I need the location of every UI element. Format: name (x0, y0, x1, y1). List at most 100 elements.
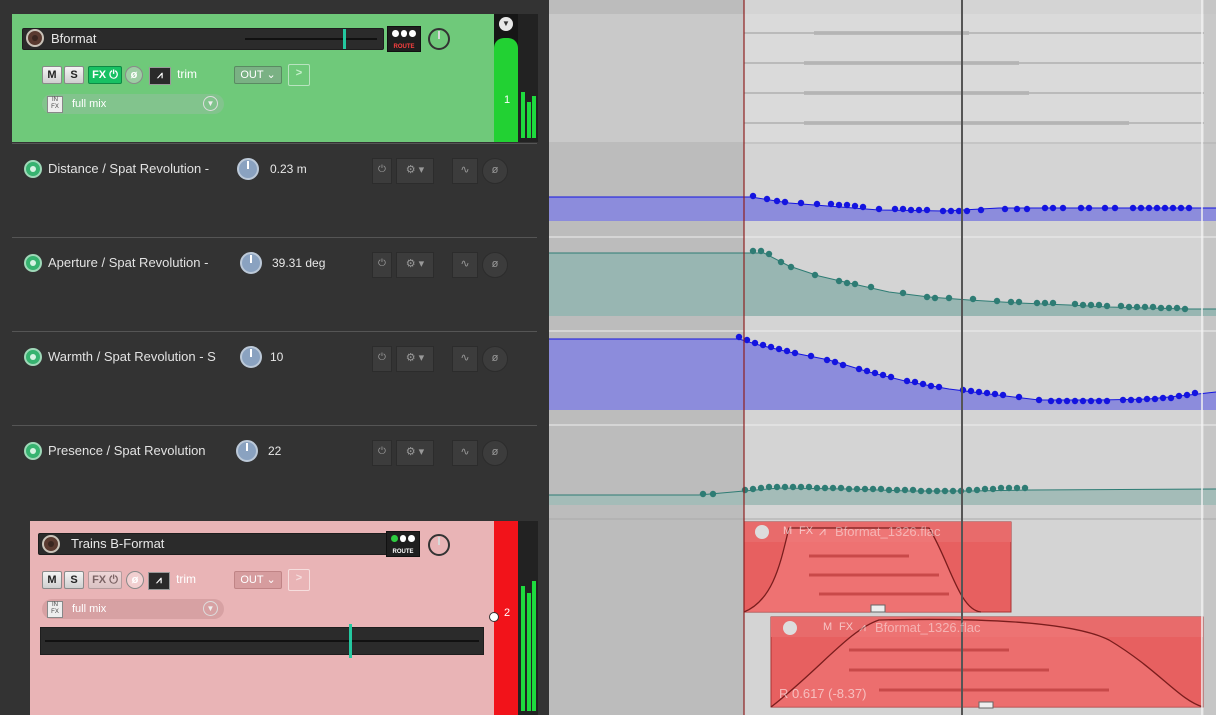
media-item-2-header[interactable]: M FX ⩘ Bformat_1326.flac (783, 620, 1083, 638)
power-icon: ⏻ (109, 574, 118, 586)
automation-mode-button[interactable]: ⩘ trim (148, 571, 208, 590)
envelope-icon[interactable]: ∿ (452, 440, 478, 466)
chevron-down-icon: ⌄ (266, 69, 276, 81)
solo-button[interactable]: S (64, 571, 84, 589)
trim-label: trim (177, 67, 198, 81)
lock-icon[interactable] (755, 525, 769, 539)
media-item-1-header[interactable]: M FX ⩘ Bformat_1326.flac (755, 524, 1005, 542)
fx-chain-selector[interactable]: IN FX full mix ▼ (42, 94, 224, 114)
item-title: Bformat_1326.flac (875, 620, 981, 635)
volume-slider[interactable] (245, 38, 377, 40)
power-icon: ⏻ (109, 69, 118, 81)
record-arm-icon[interactable] (26, 29, 44, 47)
item-title: Bformat_1326.flac (835, 524, 941, 539)
volume-slider-handle[interactable] (343, 29, 346, 49)
envelope-row-aperture[interactable]: Aperture / Spat Revolution - 39.31 deg ⏻… (12, 237, 537, 330)
route-label: ROUTE (393, 44, 415, 50)
pan-knob[interactable] (428, 28, 450, 50)
gear-icon[interactable]: ⚙ ▾ (396, 252, 434, 278)
fx-button[interactable]: FX ⏻ (88, 66, 122, 84)
solo-button[interactable]: S (64, 66, 84, 84)
phase-invert-icon[interactable]: ø (482, 440, 508, 466)
track-control-panel: Bformat ROUTE M S FX ⏻ ø ⩘ trim OUT ⌄ > … (0, 0, 549, 715)
gear-icon[interactable]: ⚙ ▾ (396, 440, 434, 466)
mute-button[interactable]: M (42, 571, 62, 589)
route-label: ROUTE (392, 549, 414, 555)
envelope-icon[interactable]: ⩘ (819, 524, 826, 539)
trim-label: trim (176, 572, 197, 586)
lock-icon[interactable] (783, 621, 797, 635)
io-button[interactable]: OUT ⌄ (234, 66, 282, 84)
item-fx-button[interactable]: FX (839, 621, 853, 633)
pan-knob[interactable] (428, 534, 450, 556)
envelope-icon[interactable]: ∿ (452, 252, 478, 278)
envelope-value-knob[interactable] (240, 252, 262, 274)
envelope-value: 22 (268, 444, 282, 458)
track-1-header[interactable]: Bformat ROUTE M S FX ⏻ ø ⩘ trim OUT ⌄ > … (12, 14, 495, 142)
envelope-icon[interactable]: ⩘ (859, 620, 866, 635)
phase-invert-icon[interactable]: ø (126, 571, 144, 589)
fx-chain-selector[interactable]: IN FX full mix ▼ (42, 599, 224, 619)
track-name-field[interactable]: Trains B-Format (38, 533, 388, 555)
out-label: OUT (240, 574, 264, 586)
item-mute-button[interactable]: M (823, 621, 832, 633)
envelope-row-warmth[interactable]: Warmth / Spat Revolution - S 10 ⏻ ⚙ ▾ ∿ … (12, 331, 537, 424)
send-icon[interactable]: > (288, 569, 310, 591)
envelope-value-knob[interactable] (240, 346, 262, 368)
power-icon[interactable]: ⏻ (372, 346, 392, 372)
track-name-field[interactable]: Bformat (22, 28, 384, 50)
volume-slider-handle[interactable] (349, 624, 352, 658)
power-icon[interactable]: ⏻ (372, 252, 392, 278)
route-button[interactable]: ROUTE (386, 531, 420, 557)
envelope-icon[interactable]: ∿ (452, 158, 478, 184)
track-1-peak-meter (518, 14, 538, 142)
envelope-name: Presence / Spat Revolution (48, 443, 206, 458)
envelope-icon: ⩘ (148, 572, 170, 590)
envelope-value-knob[interactable] (236, 440, 258, 462)
io-button[interactable]: OUT ⌄ (234, 571, 282, 589)
fx-label: FX (92, 69, 107, 81)
power-icon[interactable] (24, 254, 42, 272)
phase-invert-icon[interactable]: ø (125, 66, 143, 84)
track-level-bar (494, 38, 518, 142)
phase-invert-icon[interactable]: ø (482, 346, 508, 372)
fx-chip-label: IN FX (51, 602, 59, 615)
envelope-name: Aperture / Spat Revolution - (48, 255, 209, 270)
item-mute-button[interactable]: M (783, 525, 792, 537)
power-icon[interactable] (24, 442, 42, 460)
track-name: Trains B-Format (71, 536, 165, 551)
arrange-view[interactable]: M FX ⩘ Bformat_1326.flac M FX ⩘ Bformat_… (549, 0, 1216, 715)
folder-toggle-icon[interactable]: ▼ (499, 17, 513, 31)
record-arm-icon[interactable] (42, 535, 60, 553)
gear-icon[interactable]: ⚙ ▾ (396, 346, 434, 372)
envelope-icon: ⩘ (149, 67, 171, 85)
mute-button[interactable]: M (42, 66, 62, 84)
fx-chain-name: full mix (72, 603, 107, 615)
power-icon[interactable] (24, 160, 42, 178)
fx-button[interactable]: FX ⏻ (88, 571, 122, 589)
fx-chip-label: IN FX (51, 97, 59, 110)
dropdown-arrow-icon[interactable]: ▼ (203, 601, 218, 616)
envelope-value: 10 (270, 350, 284, 364)
automation-mode-button[interactable]: ⩘ trim (149, 66, 209, 85)
power-icon[interactable]: ⏻ (372, 440, 392, 466)
route-button[interactable]: ROUTE (387, 26, 421, 52)
power-icon[interactable]: ⏻ (372, 158, 392, 184)
phase-invert-icon[interactable]: ø (482, 158, 508, 184)
envelope-row-distance[interactable]: Distance / Spat Revolution - 0.23 m ⏻ ⚙ … (12, 143, 537, 236)
phase-invert-icon[interactable]: ø (482, 252, 508, 278)
dropdown-arrow-icon[interactable]: ▼ (203, 96, 218, 111)
send-icon[interactable]: > (288, 64, 310, 86)
envelope-row-presence[interactable]: Presence / Spat Revolution 22 ⏻ ⚙ ▾ ∿ ø (12, 425, 537, 520)
envelope-icon[interactable]: ∿ (452, 346, 478, 372)
item-fx-button[interactable]: FX (799, 525, 813, 537)
volume-slider[interactable] (40, 624, 484, 658)
track-resize-handle[interactable] (489, 612, 499, 622)
arrange-canvas[interactable] (549, 0, 1216, 715)
envelope-value: 0.23 m (270, 162, 307, 176)
power-icon[interactable] (24, 348, 42, 366)
track-2-header[interactable]: Trains B-Format ROUTE M S FX ⏻ ø ⩘ trim … (30, 521, 494, 715)
envelope-name: Distance / Spat Revolution - (48, 161, 210, 176)
gear-icon[interactable]: ⚙ ▾ (396, 158, 434, 184)
envelope-value-knob[interactable] (237, 158, 259, 180)
